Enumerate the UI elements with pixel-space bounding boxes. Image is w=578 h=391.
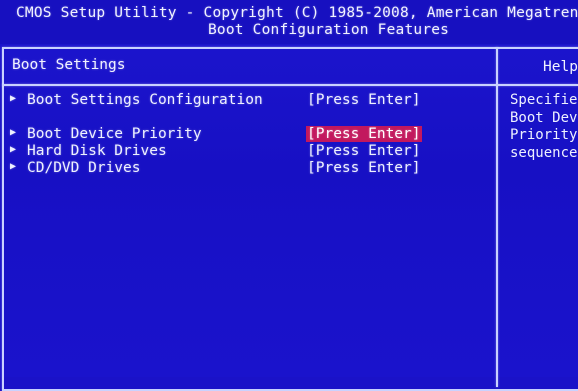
menu-item-value: [Press Enter] (307, 143, 421, 159)
submenu-arrow-icon: ▶ (10, 161, 17, 172)
menu-item-cd-dvd-drives[interactable]: ▶ CD/DVD Drives [Press Enter] (10, 160, 490, 177)
bios-screen: CMOS Setup Utility - Copyright (C) 1985-… (0, 0, 578, 391)
menu-item-value: [Press Enter] (307, 92, 421, 108)
menu-item-hard-disk-drives[interactable]: ▶ Hard Disk Drives [Press Enter] (10, 143, 490, 160)
menu-item-value: [Press Enter] (307, 160, 421, 176)
menu-item-label: CD/DVD Drives (27, 160, 141, 176)
title-bar: CMOS Setup Utility - Copyright (C) 1985-… (0, 0, 578, 44)
help-line: sequence (510, 144, 578, 161)
submenu-arrow-icon: ▶ (10, 144, 17, 155)
menu-item-boot-settings-configuration[interactable]: ▶ Boot Settings Configuration [Press Ent… (10, 92, 490, 109)
menu-item-label: Boot Settings Configuration (27, 92, 263, 108)
menu-item-value-selected: [Press Enter] (306, 126, 422, 142)
help-line: Priority (510, 127, 578, 143)
submenu-arrow-icon: ▶ (10, 93, 17, 104)
help-title: Help (543, 59, 578, 75)
menu-item-boot-device-priority[interactable]: ▶ Boot Device Priority [Press Enter] (10, 126, 490, 143)
help-text: Specifie Boot Dev Priority sequence (510, 92, 578, 162)
page-title: Boot Configuration Features (208, 22, 450, 38)
panel-divider (496, 47, 498, 387)
help-line: Boot Dev (510, 109, 578, 126)
header-divider (2, 84, 578, 86)
utility-title: CMOS Setup Utility - Copyright (C) 1985-… (16, 5, 578, 21)
submenu-arrow-icon: ▶ (10, 127, 17, 138)
section-title: Boot Settings (12, 57, 126, 73)
menu-item-label: Hard Disk Drives (27, 143, 167, 159)
help-line: Specifie (510, 92, 578, 108)
menu-item-label: Boot Device Priority (27, 126, 202, 142)
